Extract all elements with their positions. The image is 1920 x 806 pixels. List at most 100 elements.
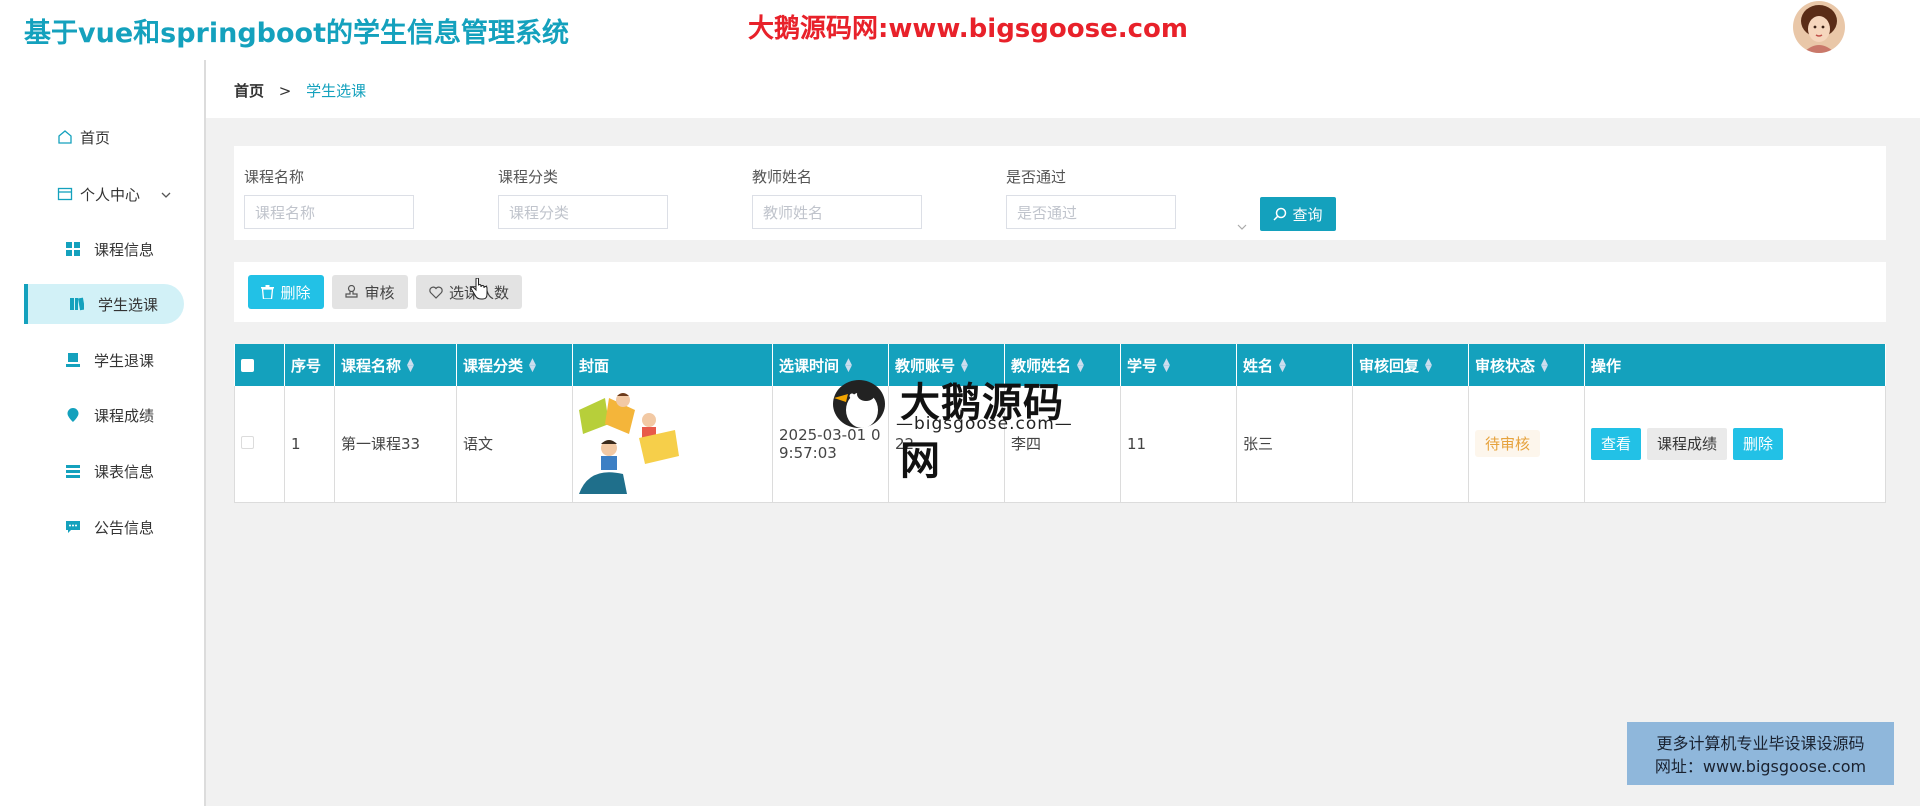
teacher-name-input[interactable]: 教师姓名 — [752, 195, 922, 229]
list-icon — [64, 462, 82, 480]
column-header[interactable]: 课程名称 ▲ ▼ — [334, 344, 457, 386]
sidebar-item-label: 首页 — [80, 128, 111, 147]
breadcrumb-bar: 首页 > 学生选课 — [206, 60, 1920, 118]
sidebar-item-label: 课程成绩 — [94, 406, 155, 425]
breadcrumb: 首页 > 学生选课 — [234, 80, 366, 101]
column-header-label: 审核回复 — [1359, 356, 1420, 375]
sidebar-item-personal-center[interactable]: 个人中心 — [0, 174, 206, 214]
sort-icon[interactable]: ▲ ▼ — [1279, 358, 1286, 374]
column-header-label: 姓名 — [1243, 356, 1274, 375]
search-field-passed: 是否通过 是否通过 — [1006, 166, 1247, 230]
row-checkbox[interactable] — [241, 435, 254, 449]
breadcrumb-current: 学生选课 — [306, 82, 367, 100]
cell-student-name: 张三 — [1236, 386, 1353, 503]
category-input[interactable]: 课程分类 — [498, 195, 668, 229]
hand-cursor-icon — [470, 278, 488, 300]
cell-course-name: 第一课程33 — [334, 386, 457, 503]
row-delete-button[interactable]: 删除 — [1733, 427, 1784, 460]
grid-icon — [64, 240, 82, 258]
field-label: 是否通过 — [1006, 168, 1067, 186]
selection-count-button[interactable]: 选课人数 — [416, 275, 522, 309]
stamp-icon — [345, 285, 359, 299]
select-all-header[interactable] — [234, 344, 285, 386]
sidebar-item-course-info[interactable]: 课程信息 — [0, 229, 206, 269]
column-header: 封面 — [572, 344, 773, 386]
search-panel: 课程名称 课程名称 课程分类 课程分类 教师姓名 教师姓名 是否通过 是否通过 … — [234, 146, 1886, 240]
cell-status: 待审核 — [1468, 386, 1585, 503]
column-header-label: 学号 — [1127, 356, 1158, 375]
status-badge: 待审核 — [1475, 430, 1541, 458]
field-label: 课程名称 — [244, 168, 305, 186]
breadcrumb-home[interactable]: 首页 — [234, 82, 264, 100]
column-header-label: 审核状态 — [1475, 356, 1536, 375]
field-label: 课程分类 — [498, 168, 559, 186]
breadcrumb-separator: > — [278, 82, 292, 100]
book-icon — [68, 295, 86, 313]
sidebar-item-label: 学生退课 — [94, 351, 155, 370]
query-button[interactable]: 查询 — [1260, 197, 1336, 231]
course-score-button[interactable]: 课程成绩 — [1647, 427, 1728, 460]
tray-icon — [64, 351, 82, 369]
sort-icon[interactable]: ▲ ▼ — [1425, 358, 1432, 374]
promo-line1: 更多计算机专业毕设课设源码 — [1656, 734, 1865, 753]
promo-box: 更多计算机专业毕设课设源码 网址：www.bigsgoose.com — [1627, 722, 1894, 785]
search-field-course-name: 课程名称 课程名称 — [244, 166, 414, 229]
goose-logo-icon — [833, 380, 885, 428]
column-header-label: 课程名称 — [341, 356, 402, 375]
column-header[interactable]: 课程分类 ▲ ▼ — [456, 344, 573, 386]
chat-icon — [64, 518, 82, 536]
sidebar-item-student-select[interactable]: 学生选课 — [24, 284, 184, 324]
audit-button[interactable]: 审核 — [332, 275, 408, 309]
sidebar-item-label: 公告信息 — [94, 518, 155, 537]
sort-icon[interactable]: ▲ ▼ — [1541, 358, 1548, 374]
search-field-category: 课程分类 课程分类 — [498, 166, 668, 229]
center-watermark-en: —bigsgoose.com— — [896, 414, 1073, 434]
audit-label: 审核 — [364, 283, 395, 302]
field-label: 教师姓名 — [752, 168, 813, 186]
sidebar-item-label: 课表信息 — [94, 462, 155, 481]
sidebar-item-label: 课程信息 — [94, 240, 155, 259]
course-name-input[interactable]: 课程名称 — [244, 195, 414, 229]
search-icon — [1273, 207, 1287, 221]
sidebar-item-label: 学生选课 — [98, 295, 159, 314]
sidebar-item-notice[interactable]: 公告信息 — [0, 507, 206, 547]
center-watermark: 大鹅源码网 —bigsgoose.com— — [826, 372, 1102, 484]
avatar[interactable] — [1793, 1, 1845, 53]
column-header[interactable]: 姓名 ▲ ▼ — [1236, 344, 1353, 386]
cell-student-no: 11 — [1120, 386, 1237, 503]
batch-delete-button[interactable]: 删除 — [248, 275, 324, 309]
column-header[interactable]: 审核状态 ▲ ▼ — [1468, 344, 1585, 386]
view-button[interactable]: 查看 — [1591, 427, 1642, 460]
sidebar-item-timetable[interactable]: 课表信息 — [0, 451, 206, 491]
delete-label: 删除 — [280, 283, 311, 302]
passed-select[interactable]: 是否通过 — [1006, 195, 1176, 229]
trash-icon — [261, 285, 275, 299]
cell-reply — [1352, 386, 1469, 503]
column-header[interactable]: 审核回复 ▲ ▼ — [1352, 344, 1469, 386]
search-field-teacher-name: 教师姓名 教师姓名 — [752, 166, 922, 229]
row-select-cell[interactable] — [234, 386, 285, 503]
chevron-down-icon — [160, 187, 172, 205]
column-header[interactable]: 学号 ▲ ▼ — [1120, 344, 1237, 386]
home-icon — [56, 128, 74, 146]
cover-image — [579, 389, 689, 494]
column-header-label: 课程分类 — [463, 356, 524, 375]
cell-cover — [572, 386, 773, 503]
top-header: 基于vue和springboot的学生信息管理系统 大鹅源码网:www.bigs… — [0, 0, 1920, 60]
sort-icon[interactable]: ▲ ▼ — [529, 358, 536, 374]
sort-icon[interactable]: ▲ ▼ — [407, 358, 414, 374]
chevron-down-icon[interactable] — [1236, 218, 1248, 237]
promo-line2: 网址：www.bigsgoose.com — [1654, 757, 1867, 776]
sidebar-item-label: 个人中心 — [80, 185, 141, 204]
sort-icon[interactable]: ▲ ▼ — [1163, 358, 1170, 374]
column-header: 操作 — [1584, 344, 1886, 386]
cell-operations: 查看 课程成绩 删除 — [1584, 386, 1886, 503]
sidebar-item-home[interactable]: 首页 — [0, 117, 206, 157]
cell-category: 语文 — [456, 386, 573, 503]
sidebar-item-student-drop[interactable]: 学生退课 — [0, 340, 206, 380]
heart-icon — [429, 286, 443, 299]
cell-index: 1 — [284, 386, 335, 503]
select-all-checkbox[interactable] — [240, 359, 254, 372]
sidebar-item-course-score[interactable]: 课程成绩 — [0, 395, 206, 435]
select-time-line2: 9:57:03 — [779, 443, 837, 462]
